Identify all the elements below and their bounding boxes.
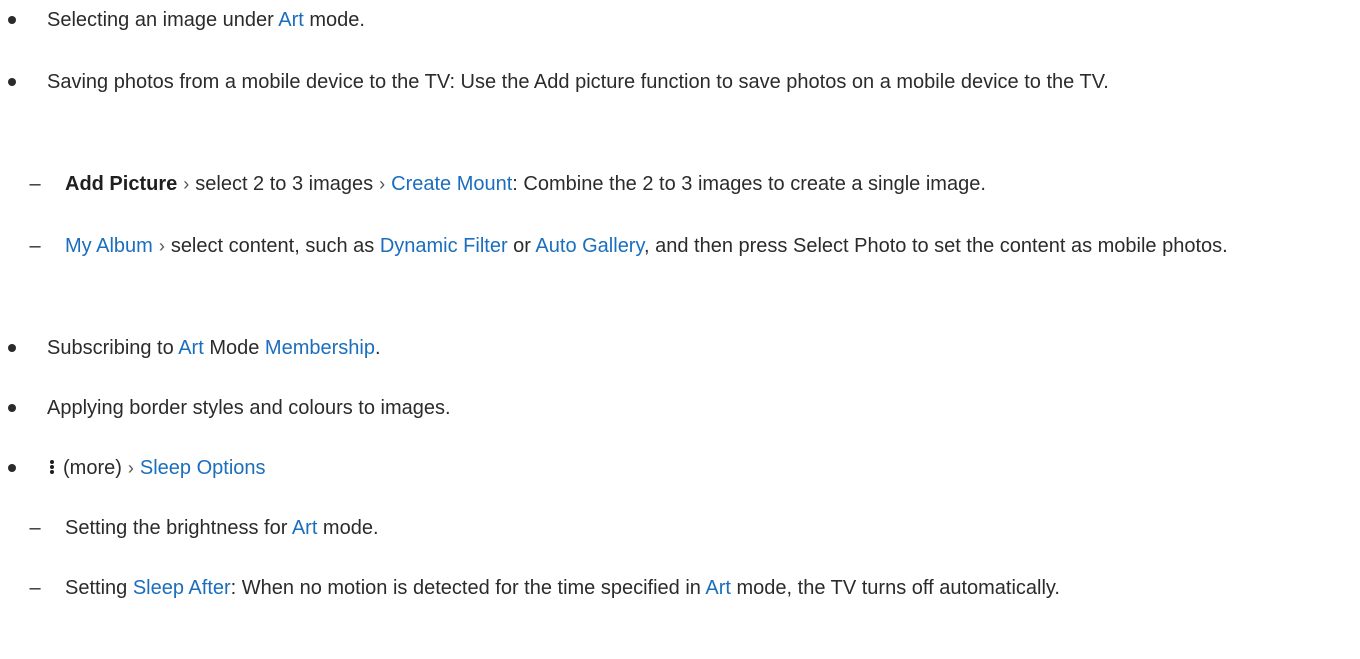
bullet-dot — [8, 344, 16, 352]
menu-link[interactable]: Membership — [265, 337, 375, 359]
chevron-right-icon: › — [183, 174, 190, 194]
item-text: Setting Sleep After: When no motion is d… — [65, 572, 1350, 604]
body-text: : When no motion is detected for the tim… — [230, 577, 706, 599]
chevron-right-icon: › — [127, 458, 134, 478]
body-text: , and then press Select Photo to set the… — [644, 235, 1228, 257]
more-icon — [47, 457, 57, 477]
item-text: Add Picture › select 2 to 3 images › Create … — [65, 168, 1350, 200]
bullet-dot — [8, 404, 16, 412]
dash-marker: – — [29, 235, 41, 257]
body-text: mode, the TV turns off automatically. — [730, 577, 1060, 599]
menu-link[interactable]: Dynamic Filter — [380, 235, 508, 257]
manual-page: Selecting an image under Art mode. Saving… — [0, 0, 1360, 659]
body-text: Mode — [203, 337, 265, 359]
menu-link[interactable]: Art — [178, 337, 204, 359]
dash-marker: – — [29, 173, 41, 195]
menu-link[interactable]: Create Mount — [391, 173, 512, 195]
body-text: or — [507, 235, 536, 257]
menu-name: Add Picture — [65, 173, 178, 195]
body-text: Applying border styles and colours to im… — [47, 397, 451, 419]
item-text: Selecting an image under Art mode. — [47, 4, 1347, 36]
item-text: Subscribing to Art Mode Membership. — [47, 332, 1347, 364]
body-text: select 2 to 3 images — [195, 173, 374, 195]
chevron-right-icon: › — [379, 174, 386, 194]
body-text: mode. — [317, 517, 379, 539]
bullet-dot — [8, 464, 16, 472]
menu-link[interactable]: Auto Gallery — [535, 235, 644, 257]
body-text: Subscribing to — [47, 337, 179, 359]
body-text: (more) — [63, 457, 122, 479]
body-text: Saving photos from a mobile device to th… — [47, 71, 1109, 93]
bullet-dot — [8, 16, 16, 24]
chevron-right-icon: › — [158, 236, 165, 256]
body-text: Setting — [65, 577, 133, 599]
body-text: : Combine the 2 to 3 images to create a … — [512, 173, 986, 195]
body-text: . — [374, 337, 381, 359]
item-text: Setting the brightness for Art mode. — [65, 512, 1350, 544]
menu-link[interactable]: Sleep After — [133, 577, 231, 599]
dash-marker: – — [29, 577, 41, 599]
menu-link[interactable]: My Album — [65, 235, 153, 257]
item-text: (more) › Sleep Options — [47, 452, 1347, 484]
item-text: Applying border styles and colours to im… — [47, 392, 1347, 424]
item-text: Saving photos from a mobile device to th… — [47, 66, 1347, 98]
dash-marker: – — [29, 517, 41, 539]
body-text: Selecting an image under — [47, 9, 279, 31]
body-text: Setting the brightness for — [65, 517, 292, 539]
menu-link[interactable]: Art — [705, 577, 731, 599]
menu-link[interactable]: Art — [278, 9, 304, 31]
bullet-dot — [8, 78, 16, 86]
menu-link[interactable]: Sleep Options — [140, 457, 266, 479]
item-text: My Album › select content, such as Dynamic… — [65, 230, 1350, 262]
body-text: mode. — [303, 9, 365, 31]
body-text: select content, such as — [170, 235, 380, 257]
menu-link[interactable]: Art — [292, 517, 318, 539]
